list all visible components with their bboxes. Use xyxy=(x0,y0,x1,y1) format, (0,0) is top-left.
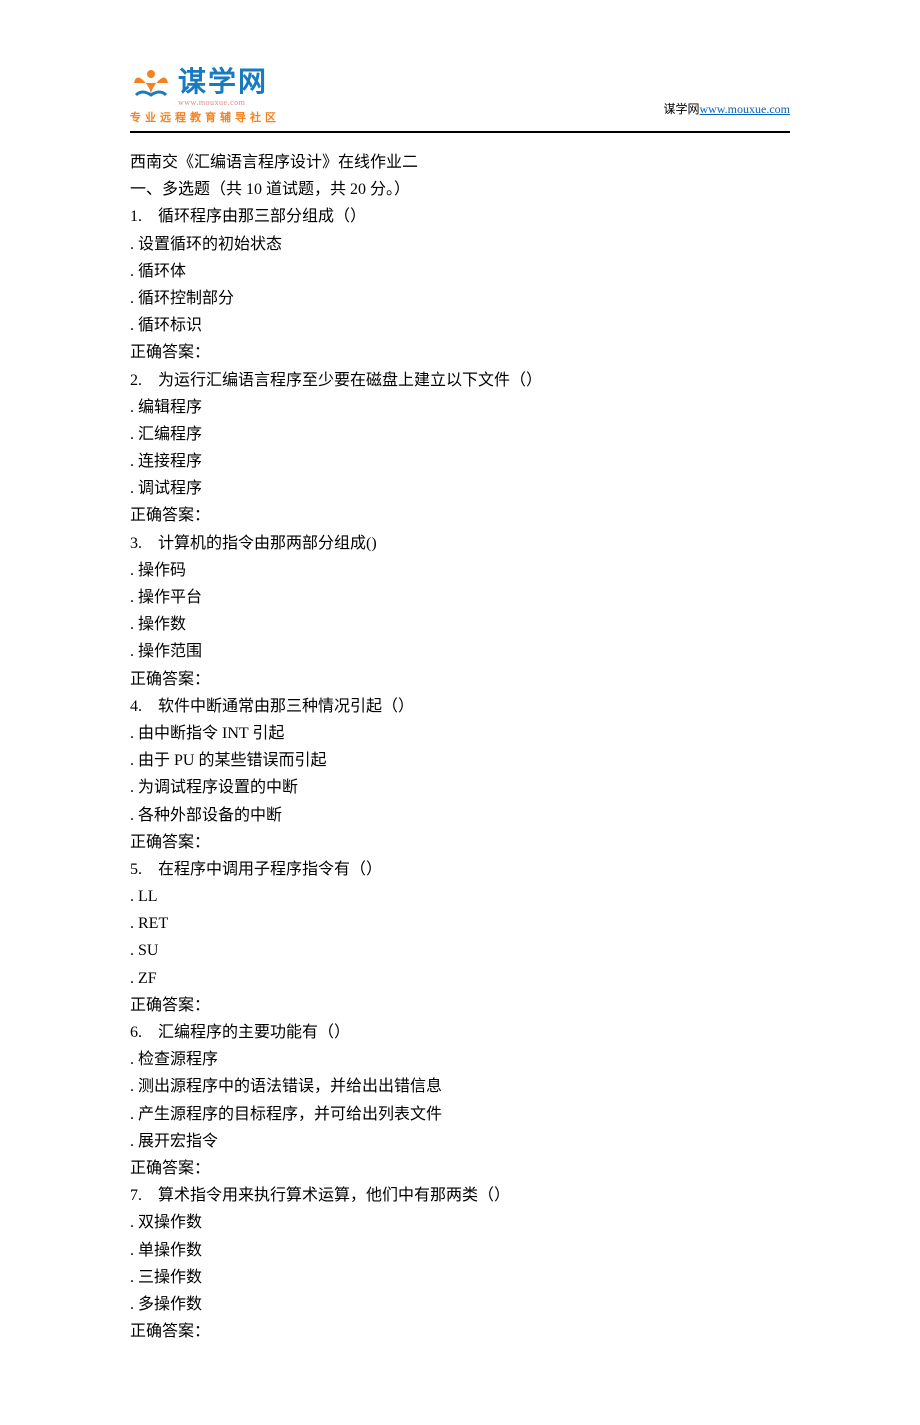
question-text: 循环程序由那三部分组成（） xyxy=(158,208,366,225)
option-line: . 三操作数 xyxy=(130,1264,790,1291)
question-number: 5. xyxy=(130,861,158,878)
question-text: 计算机的指令由那两部分组成() xyxy=(158,535,377,552)
answer-label: 正确答案： xyxy=(130,829,790,856)
page-header: 谋学网 www.mouxue.com 专业远程教育辅导社区 谋学网www.mou… xyxy=(130,60,790,125)
option-line: . 检查源程序 xyxy=(130,1046,790,1073)
question-line: 6. 汇编程序的主要功能有（） xyxy=(130,1019,790,1046)
question-line: 7. 算术指令用来执行算术运算，他们中有那两类（） xyxy=(130,1182,790,1209)
answer-label: 正确答案： xyxy=(130,1318,790,1345)
question-line: 1. 循环程序由那三部分组成（） xyxy=(130,203,790,230)
question-text: 汇编程序的主要功能有（） xyxy=(158,1024,350,1041)
answer-label: 正确答案： xyxy=(130,992,790,1019)
option-line: . 设置循环的初始状态 xyxy=(130,231,790,258)
option-line: . 连接程序 xyxy=(130,448,790,475)
section-heading: 一、多选题（共 10 道试题，共 20 分。） xyxy=(130,176,790,203)
option-line: . RET xyxy=(130,910,790,937)
question-line: 5. 在程序中调用子程序指令有（） xyxy=(130,856,790,883)
option-line: . 汇编程序 xyxy=(130,421,790,448)
document-page: 谋学网 www.mouxue.com 专业远程教育辅导社区 谋学网www.mou… xyxy=(0,0,920,1425)
option-line: . 操作数 xyxy=(130,611,790,638)
header-right-prefix: 谋学网 xyxy=(663,102,699,116)
option-line: . 多操作数 xyxy=(130,1291,790,1318)
logo-text-block: 谋学网 www.mouxue.com xyxy=(178,60,268,107)
answer-label: 正确答案： xyxy=(130,1155,790,1182)
option-line: . 各种外部设备的中断 xyxy=(130,802,790,829)
option-line: . 操作平台 xyxy=(130,584,790,611)
option-line: . 循环控制部分 xyxy=(130,285,790,312)
logo-top: 谋学网 www.mouxue.com xyxy=(130,60,280,107)
header-divider xyxy=(130,131,790,133)
logo-block: 谋学网 www.mouxue.com 专业远程教育辅导社区 xyxy=(130,60,280,125)
answer-label: 正确答案： xyxy=(130,502,790,529)
question-text: 为运行汇编语言程序至少要在磁盘上建立以下文件（） xyxy=(158,372,542,389)
question-number: 7. xyxy=(130,1187,158,1204)
option-line: . 由中断指令 INT 引起 xyxy=(130,720,790,747)
doc-title: 西南交《汇编语言程序设计》在线作业二 xyxy=(130,149,790,176)
option-line: . 单操作数 xyxy=(130,1237,790,1264)
question-number: 4. xyxy=(130,698,158,715)
logo-small-url: www.mouxue.com xyxy=(178,98,268,107)
option-line: . 展开宏指令 xyxy=(130,1128,790,1155)
question-text: 算术指令用来执行算术运算，他们中有那两类（） xyxy=(158,1187,510,1204)
document-content: 西南交《汇编语言程序设计》在线作业二 一、多选题（共 10 道试题，共 20 分… xyxy=(130,149,790,1345)
question-number: 1. xyxy=(130,208,158,225)
question-line: 4. 软件中断通常由那三种情况引起（） xyxy=(130,693,790,720)
header-right: 谋学网www.mouxue.com xyxy=(663,100,790,125)
option-line: . 产生源程序的目标程序，并可给出列表文件 xyxy=(130,1101,790,1128)
option-line: . LL xyxy=(130,883,790,910)
option-line: . 由于 PU 的某些错误而引起 xyxy=(130,747,790,774)
question-number: 3. xyxy=(130,535,158,552)
option-line: . ZF xyxy=(130,965,790,992)
answer-label: 正确答案： xyxy=(130,339,790,366)
option-line: . 操作范围 xyxy=(130,638,790,665)
questions-container: 1. 循环程序由那三部分组成（）. 设置循环的初始状态. 循环体. 循环控制部分… xyxy=(130,203,790,1345)
answer-label: 正确答案： xyxy=(130,666,790,693)
question-number: 2. xyxy=(130,372,158,389)
option-line: . 测出源程序中的语法错误，并给出出错信息 xyxy=(130,1073,790,1100)
question-line: 3. 计算机的指令由那两部分组成() xyxy=(130,530,790,557)
option-line: . 编辑程序 xyxy=(130,394,790,421)
option-line: . 循环标识 xyxy=(130,312,790,339)
option-line: . 循环体 xyxy=(130,258,790,285)
logo-title: 谋学网 xyxy=(178,60,268,100)
option-line: . 为调试程序设置的中断 xyxy=(130,774,790,801)
logo-icon xyxy=(130,65,172,103)
option-line: . 调试程序 xyxy=(130,475,790,502)
option-line: . 双操作数 xyxy=(130,1209,790,1236)
option-line: . SU xyxy=(130,937,790,964)
question-text: 软件中断通常由那三种情况引起（） xyxy=(158,698,414,715)
question-number: 6. xyxy=(130,1024,158,1041)
question-text: 在程序中调用子程序指令有（） xyxy=(158,861,382,878)
header-link[interactable]: www.mouxue.com xyxy=(699,102,790,116)
question-line: 2. 为运行汇编语言程序至少要在磁盘上建立以下文件（） xyxy=(130,367,790,394)
logo-subtitle: 专业远程教育辅导社区 xyxy=(130,109,280,125)
option-line: . 操作码 xyxy=(130,557,790,584)
